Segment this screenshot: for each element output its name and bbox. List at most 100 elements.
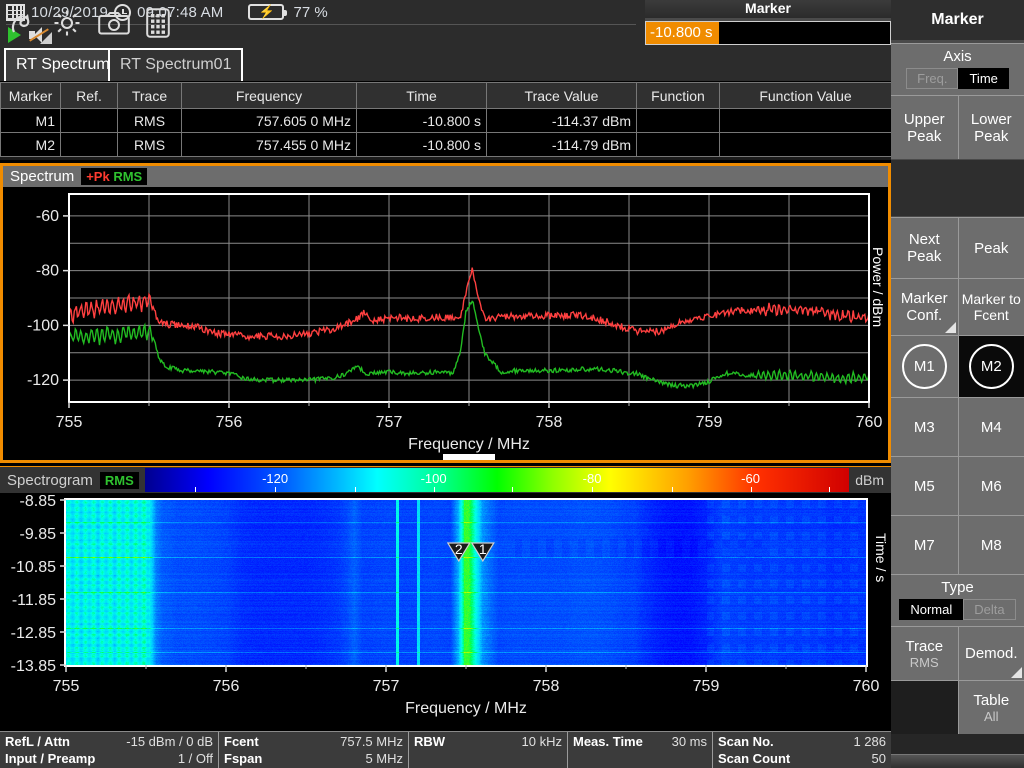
marker-value-field[interactable]: -10.800 s <box>645 21 891 45</box>
cell-marker: M1 <box>0 108 61 133</box>
spectrum-ylabel: Power / dBm <box>870 247 886 328</box>
marker-m1-button[interactable]: M1 <box>891 335 958 397</box>
marker-conf-button[interactable]: Marker Conf. <box>891 278 958 335</box>
cell-trace-value: -114.79 dBm <box>486 132 637 157</box>
col-trace: Trace <box>117 82 182 109</box>
toolbar-icons <box>0 0 205 45</box>
status-key: Meas. Time <box>573 734 643 749</box>
marker-value-panel: Marker -10.800 s <box>645 0 891 45</box>
keypad-icon[interactable] <box>146 7 170 38</box>
axis-option-freq[interactable]: Freq. <box>906 68 959 89</box>
sidebar-table-row: Table All <box>891 680 1024 734</box>
status-key: Fcent <box>224 734 259 749</box>
sidebar-marker-row-1: M1 M2 <box>891 335 1024 397</box>
svg-text:2: 2 <box>455 541 463 557</box>
trace-button[interactable]: Trace RMS <box>891 626 958 680</box>
spectrogram-panel[interactable]: Spectrogram RMS -120 -100 -80 -60 dBm -8… <box>0 466 891 729</box>
status-bar: RefL / Attn -15 dBm / 0 dB Input / Preamp… <box>0 731 891 768</box>
marker-m2-button[interactable]: M2 <box>957 335 1024 397</box>
cell-time: -10.800 s <box>356 132 487 157</box>
tab-rt-spectrum[interactable]: RT Spectrum <box>4 48 122 81</box>
svg-text:-13.85: -13.85 <box>11 658 56 675</box>
sidebar-type-group: Type Normal Delta <box>891 574 1024 626</box>
svg-text:758: 758 <box>536 414 563 431</box>
cell-function <box>636 108 720 133</box>
submenu-corner-icon <box>944 322 956 333</box>
cell-ref <box>60 108 118 133</box>
peak-button[interactable]: Peak <box>957 217 1024 278</box>
spectrogram-header: Spectrogram RMS -120 -100 -80 -60 dBm <box>0 467 891 493</box>
marker-m5-button[interactable]: M5 <box>891 456 958 515</box>
toolbar-expand-corner-icon[interactable] <box>40 32 52 44</box>
marker-m7-button[interactable]: M7 <box>891 515 958 574</box>
col-marker: Marker <box>0 82 61 109</box>
colorbar-tick-label: -120 <box>262 471 289 486</box>
type-option-delta[interactable]: Delta <box>963 599 1016 620</box>
status-scan: Scan No. 1 286 Scan Count 50 <box>713 732 891 768</box>
badge-peak-label: +Pk <box>86 169 110 184</box>
svg-text:760: 760 <box>856 414 883 431</box>
tab-rt-spectrum01[interactable]: RT Spectrum01 <box>108 48 244 81</box>
status-key: Scan Count <box>718 751 791 766</box>
table-row[interactable]: M1 RMS 757.605 0 MHz -10.800 s -114.37 d… <box>0 108 892 133</box>
svg-text:755: 755 <box>53 678 80 695</box>
undo-arrow-icon[interactable] <box>8 10 36 36</box>
cell-trace: RMS <box>117 108 182 133</box>
lower-peak-button[interactable]: Lower Peak <box>957 95 1024 159</box>
status-rbw: RBW 10 kHz <box>409 732 568 768</box>
cell-marker: M2 <box>0 132 61 157</box>
marker-m6-button[interactable]: M6 <box>957 456 1024 515</box>
marker-m8-button[interactable]: M8 <box>957 515 1024 574</box>
sidebar-nav-row: Next Peak Peak <box>891 217 1024 278</box>
submenu-corner-icon <box>1011 667 1022 678</box>
colorbar-tick-label: -60 <box>741 471 760 486</box>
marker-m4-button[interactable]: M4 <box>957 397 1024 456</box>
cell-frequency: 757.455 0 MHz <box>181 132 357 157</box>
spectrogram-plot[interactable]: -8.85 -9.85 -10.85 -11.85 -12.85 -13.85 755 756… <box>0 493 891 729</box>
upper-peak-button[interactable]: Upper Peak <box>891 95 958 159</box>
battery-charging-icon: ⚡ <box>247 4 287 20</box>
tab-bar: RT Spectrum RT Spectrum01 <box>0 45 891 81</box>
status-value: 50 <box>871 751 886 766</box>
spectrogram-overlay-svg: -8.85 -9.85 -10.85 -11.85 -12.85 -13.85 755 756… <box>11 493 880 717</box>
camera-icon[interactable] <box>98 11 130 35</box>
sidebar-title: Marker <box>891 0 1024 40</box>
table-button[interactable]: Table All <box>957 680 1024 734</box>
sidebar-marker-row-3: M5 M6 <box>891 456 1024 515</box>
cell-trace-value: -114.37 dBm <box>486 108 637 133</box>
gear-icon[interactable] <box>52 8 82 38</box>
status-fcent-fspan: Fcent 757.5 MHz Fspan 5 MHz <box>219 732 409 768</box>
sidebar-marker-row-2: M3 M4 <box>891 397 1024 456</box>
svg-text:-8.85: -8.85 <box>20 493 57 510</box>
status-key: Input / Preamp <box>5 751 96 766</box>
spectrum-panel[interactable]: Spectrum +Pk RMS -60 -80 -100 -120 755 756 757… <box>0 163 891 463</box>
status-value: 30 ms <box>671 734 707 749</box>
marker-to-fcent-button[interactable]: Marker to Fcent <box>957 278 1024 335</box>
axis-option-time[interactable]: Time <box>958 68 1009 89</box>
sidebar-scrollbar[interactable] <box>891 754 1024 768</box>
demod-button[interactable]: Demod. <box>957 626 1024 680</box>
type-option-normal[interactable]: Normal <box>899 599 964 620</box>
type-segmented-control[interactable]: Normal Delta <box>891 599 1024 620</box>
svg-text:757: 757 <box>373 678 400 695</box>
marker-m2-label: M2 <box>968 344 1014 389</box>
table-row[interactable]: M2 RMS 757.455 0 MHz -10.800 s -114.79 d… <box>0 132 892 157</box>
table-label: Table <box>973 691 1010 709</box>
top-status-bar: 10/29/2019 09:07:48 AM ⚡ 77 % Marker -10… <box>0 0 891 67</box>
col-frequency: Frequency <box>181 82 357 109</box>
spectrum-plot[interactable]: -60 -80 -100 -120 755 756 757 758 759 760 Frequenc… <box>3 187 888 460</box>
sidebar-spacer <box>891 159 1024 217</box>
cell-function-value <box>719 108 892 133</box>
axis-segmented-control[interactable]: Freq. Time <box>891 68 1024 89</box>
marker-m3-button[interactable]: M3 <box>891 397 958 456</box>
sidebar-marker-row-4: M7 M8 <box>891 515 1024 574</box>
spectrogram-title: Spectrogram <box>7 471 93 489</box>
svg-text:Frequency / MHz: Frequency / MHz <box>405 700 527 717</box>
svg-text:-12.85: -12.85 <box>11 625 56 642</box>
badge-rms-label: RMS <box>113 169 143 184</box>
next-peak-button[interactable]: Next Peak <box>891 217 958 278</box>
status-value: -15 dBm / 0 dB <box>126 734 213 749</box>
status-key: Scan No. <box>718 734 774 749</box>
sidebar-empty-slot <box>891 680 958 734</box>
marker-m1-label: M1 <box>901 344 947 389</box>
